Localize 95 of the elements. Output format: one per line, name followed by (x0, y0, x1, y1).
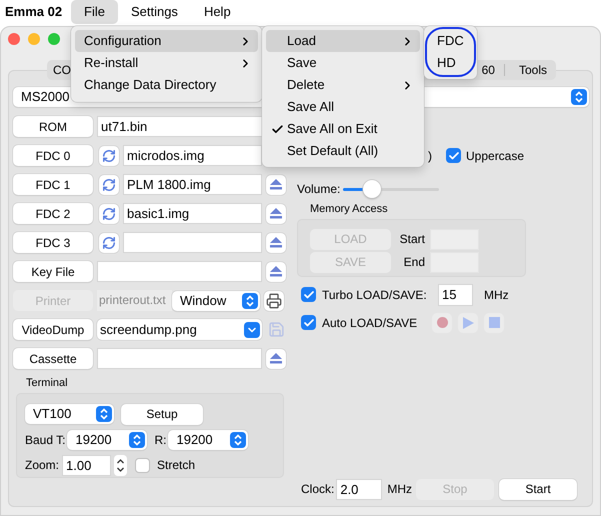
swap-button[interactable] (99, 146, 119, 166)
menu-item[interactable]: Configuration (75, 30, 258, 52)
eject-button[interactable] (266, 174, 286, 194)
swap-button[interactable] (99, 232, 119, 252)
menu-item[interactable]: Load (266, 30, 420, 52)
swap-button[interactable] (99, 204, 119, 224)
checkbox[interactable] (446, 148, 461, 163)
file-button[interactable]: ROM (13, 116, 93, 137)
eject-icon (270, 353, 282, 364)
refresh-icon (102, 206, 116, 220)
output-select[interactable]: Window (172, 290, 260, 310)
record-button[interactable] (432, 312, 452, 332)
speed-field[interactable]: 15 (438, 284, 473, 306)
setup-button[interactable]: Setup (121, 404, 203, 424)
field-label: Baud T: (25, 432, 66, 448)
refresh-icon (102, 178, 116, 192)
tab[interactable]: Tools (510, 60, 556, 80)
file-combo-box[interactable]: screendump.png (97, 319, 262, 340)
baud-select[interactable]: 19200 (67, 430, 148, 450)
close-icon[interactable] (8, 33, 20, 45)
baud-select[interactable]: 19200 (168, 430, 248, 450)
file-button[interactable]: FDC 1 (13, 174, 93, 195)
eject-button[interactable] (266, 204, 286, 224)
printer-file-text: printerout.txt (97, 290, 172, 311)
stepper-icon (96, 406, 112, 422)
menu-item[interactable]: Re-install (75, 52, 258, 74)
chevron-down-icon (244, 322, 260, 338)
file-field[interactable]: microdos.img (123, 145, 262, 166)
eject-icon (270, 237, 282, 248)
menu-item[interactable]: HD (424, 52, 477, 74)
play-icon (462, 316, 474, 328)
printer-icon[interactable] (266, 292, 282, 308)
tab[interactable]: 60 (478, 60, 499, 80)
unit-label: MHz (484, 286, 509, 304)
label-fragment: ) (428, 148, 432, 164)
checkbox-label: Turbo LOAD/SAVE: (322, 286, 428, 304)
eject-button[interactable] (266, 262, 286, 282)
eject-button[interactable] (266, 232, 286, 252)
clock-field[interactable]: 2.0 (336, 478, 382, 500)
stepper-icon (230, 432, 246, 448)
refresh-icon (102, 236, 116, 250)
menu-item[interactable]: Save All (266, 96, 420, 118)
menu-item[interactable]: FDC (424, 30, 477, 52)
menu-title[interactable]: Help (190, 0, 244, 24)
file-button[interactable]: FDC 0 (13, 145, 93, 166)
file-button[interactable]: VideoDump (13, 319, 93, 340)
file-field[interactable]: basic1.img (123, 203, 262, 224)
menu-item[interactable]: Set Default (All) (266, 140, 420, 162)
file-field[interactable]: PLM 1800.img (123, 174, 262, 195)
checkmark-icon (271, 122, 284, 136)
record-icon (436, 317, 448, 328)
checkbox-label: Auto LOAD/SAVE (322, 314, 418, 332)
app-name: Emma 02 (4, 3, 64, 22)
eject-icon (270, 208, 282, 219)
file-button[interactable]: Cassette (13, 348, 93, 369)
checkbox[interactable] (301, 287, 316, 302)
checkbox-label: Stretch (157, 457, 196, 474)
refresh-icon (102, 148, 116, 162)
eject-button[interactable] (266, 348, 286, 368)
field-label: Start (398, 231, 425, 248)
file-button[interactable]: FDC 2 (13, 203, 93, 224)
field-label: R: (154, 432, 166, 448)
eject-icon (270, 179, 282, 190)
menu-title[interactable]: File (71, 0, 118, 24)
checkbox-label: Uppercase (466, 148, 524, 164)
start-button[interactable]: Start (499, 478, 578, 500)
checkbox[interactable] (301, 315, 316, 330)
file-field[interactable] (97, 348, 262, 369)
menu-item[interactable]: Delete (266, 74, 420, 96)
stop-icon (488, 317, 500, 328)
stepper-icon (129, 432, 146, 448)
stepper-icon (242, 292, 258, 308)
group-title: Memory Access (310, 202, 389, 217)
eject-icon (270, 266, 282, 277)
file-field[interactable] (123, 232, 262, 253)
slider-label: Volume: (297, 181, 340, 198)
file-field[interactable] (97, 261, 262, 282)
volume-slider[interactable] (343, 180, 440, 198)
file-button[interactable]: FDC 3 (13, 232, 93, 253)
field-label: Zoom: (25, 457, 60, 474)
zoom-field[interactable]: 1.00 (62, 454, 112, 476)
group-title: Terminal (26, 376, 69, 391)
zoom-icon[interactable] (48, 33, 60, 45)
slider-thumb[interactable] (363, 180, 382, 198)
field-label: End (402, 254, 425, 271)
unit-label: MHz (387, 481, 412, 498)
checkbox[interactable] (135, 458, 150, 472)
menu-item[interactable]: Change Data Directory (75, 74, 258, 96)
terminal-select[interactable]: VT100 (25, 404, 114, 424)
menu-item[interactable]: Save (266, 52, 420, 74)
swap-button[interactable] (99, 174, 119, 194)
spinner-icon[interactable] (114, 454, 128, 476)
menu-title[interactable]: Settings (118, 0, 191, 24)
file-button[interactable]: Key File (13, 261, 93, 282)
field-label: Clock: (301, 481, 334, 498)
